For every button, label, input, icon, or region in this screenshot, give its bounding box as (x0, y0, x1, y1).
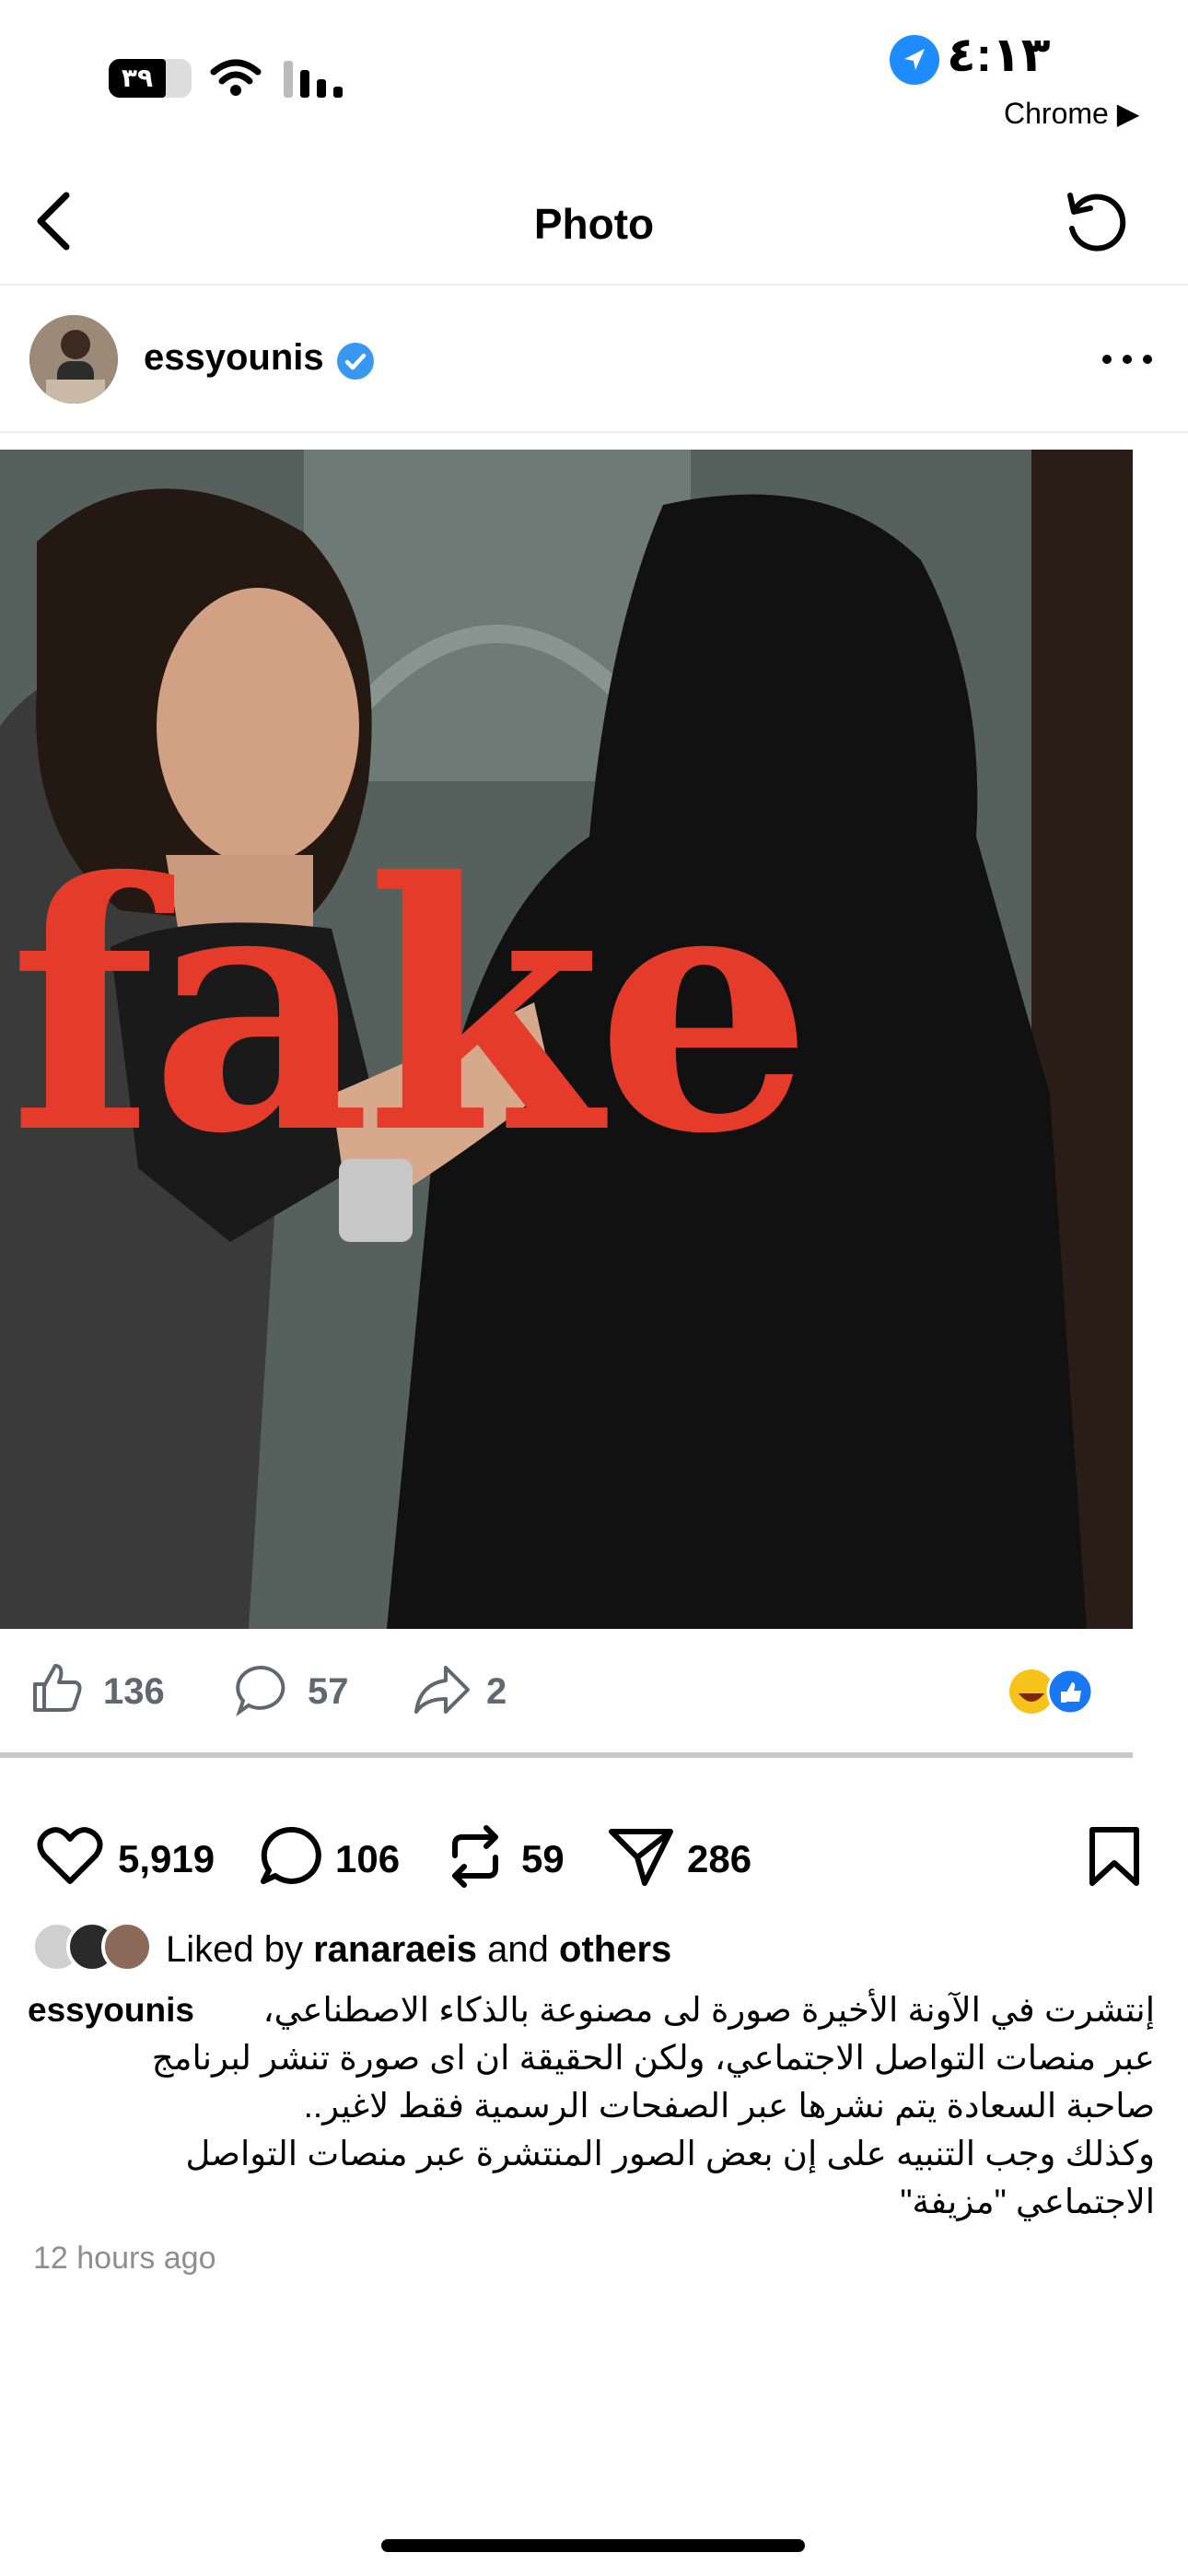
share-arrow-icon (414, 1666, 470, 1714)
liked-by-others[interactable]: others (559, 1929, 671, 1970)
embedded-divider (0, 1752, 1133, 1758)
back-to-app-link[interactable]: Chrome ▶ (1004, 96, 1139, 131)
caption: إنتشرت في الآونة الأخيرة صورة لى مصنوعة … (28, 1986, 1155, 2226)
comment-count[interactable]: 106 (335, 1837, 400, 1881)
verified-badge-icon (337, 343, 374, 380)
heart-icon[interactable] (37, 1826, 103, 1887)
liked-by-text[interactable]: Liked by ranaraeis and others (166, 1929, 671, 1971)
bookmark-icon[interactable] (1087, 1824, 1142, 1889)
liked-by-avatars (31, 1921, 153, 1973)
comment-icon[interactable] (258, 1824, 322, 1889)
liked-by-user[interactable]: ranaraeis (313, 1929, 477, 1970)
fake-overlay-text: fake (9, 809, 813, 1209)
send-icon[interactable] (608, 1824, 674, 1889)
profile-username[interactable]: essyounis (144, 337, 324, 379)
post-timestamp: 12 hours ago (33, 2241, 216, 2276)
like-count[interactable]: 5,919 (118, 1837, 215, 1881)
caption-line-4: وكذلك وجب التنبيه على إن بعض الصور المنت… (185, 2135, 1155, 2172)
embedded-share-count: 2 (486, 1671, 507, 1712)
refresh-icon[interactable] (1061, 188, 1131, 258)
battery-indicator: ٣٩ (109, 59, 192, 98)
caption-line-2: عبر منصات التواصل الاجتماعي، ولكن الحقيق… (151, 2039, 1155, 2077)
caption-line-3: صاحبة السعادة يتم نشرها عبر الصفحات الرس… (303, 2087, 1155, 2125)
page-title: Photo (533, 200, 655, 248)
thumbs-up-icon (33, 1664, 82, 1712)
embedded-reaction-bar: 136 57 2 (0, 1629, 1133, 1758)
battery-level: ٣٩ (109, 59, 166, 98)
header-divider (0, 284, 1188, 286)
embedded-like-count: 136 (103, 1671, 165, 1712)
comment-bubble-icon (236, 1665, 285, 1717)
liked-by-and: and (487, 1929, 549, 1970)
caption-line-1-text: إنتشرت في الآونة الأخيرة صورة لى مصنوعة … (262, 1991, 1155, 2029)
wifi-icon (210, 59, 262, 96)
signal-icon (284, 61, 343, 98)
caption-line-1: إنتشرت في الآونة الأخيرة صورة لى مصنوعة … (28, 1986, 1155, 2034)
home-indicator[interactable] (381, 2539, 805, 2552)
repost-icon[interactable] (446, 1824, 505, 1889)
caption-line-5: الاجتماعي "مزيفة" (900, 2183, 1155, 2220)
share-count[interactable]: 286 (687, 1837, 751, 1881)
profile-divider (0, 431, 1188, 433)
caption-username[interactable]: essyounis (28, 1986, 194, 2034)
more-options-icon[interactable] (1100, 350, 1155, 369)
repost-count[interactable]: 59 (521, 1837, 565, 1881)
status-time: ٤:١٣ (947, 29, 1051, 82)
post-image[interactable]: fake (0, 450, 1133, 1629)
embedded-comment-count: 57 (308, 1671, 349, 1712)
reaction-emojis-icon (1009, 1668, 1094, 1715)
location-icon (890, 35, 939, 85)
avatar[interactable] (29, 315, 118, 404)
liked-by-prefix: Liked by (166, 1929, 303, 1970)
